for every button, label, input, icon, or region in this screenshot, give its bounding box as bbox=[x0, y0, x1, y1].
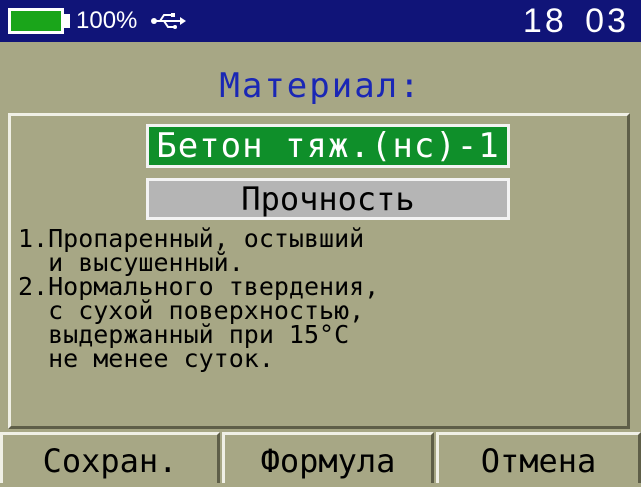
page-title: Материал: bbox=[219, 66, 422, 106]
device-screen: 100% 18 03 Материал: Бетон тяж.(нс)-1 Пр… bbox=[0, 0, 641, 483]
battery-icon bbox=[8, 8, 64, 34]
battery-level-fill bbox=[11, 11, 61, 31]
battery-percent: 100% bbox=[76, 7, 138, 34]
formula-button[interactable]: Формула bbox=[222, 432, 434, 483]
save-button[interactable]: Сохран. bbox=[0, 432, 220, 483]
softkey-bar: Сохран. Формула Отмена bbox=[0, 432, 641, 483]
material-selector[interactable]: Бетон тяж.(нс)-1 bbox=[146, 124, 510, 168]
status-bar: 100% 18 03 bbox=[0, 0, 641, 42]
property-field[interactable]: Прочность bbox=[146, 178, 510, 220]
cancel-button[interactable]: Отмена bbox=[436, 432, 641, 483]
battery-tip bbox=[64, 14, 70, 28]
clock: 18 03 bbox=[522, 2, 629, 40]
usb-icon bbox=[151, 13, 186, 29]
description-line: не менее суток. bbox=[18, 344, 274, 373]
material-description: 1.Пропаренный, остывший и высушенный. 2.… bbox=[18, 226, 618, 373]
